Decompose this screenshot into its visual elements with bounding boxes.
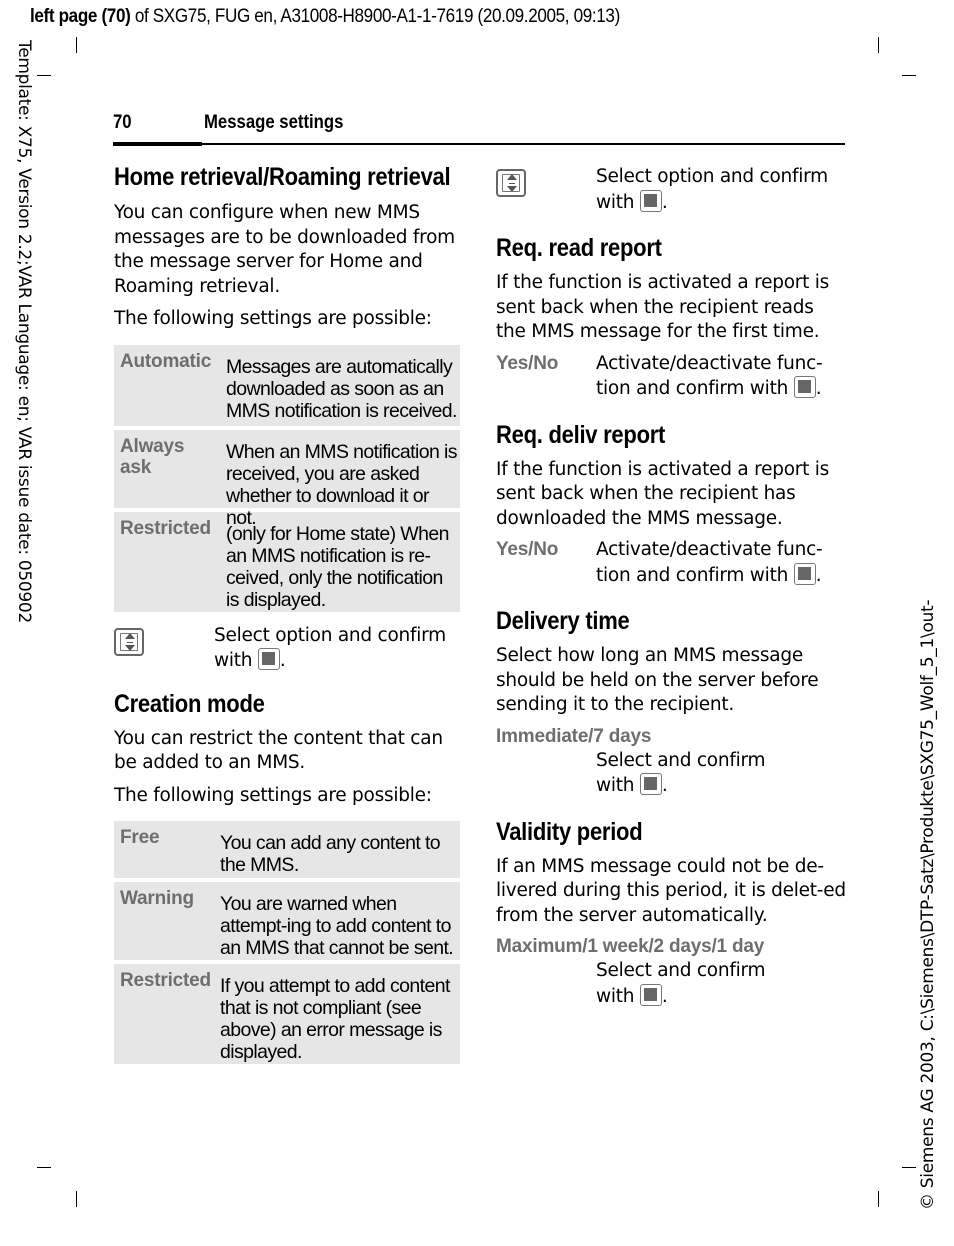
center-key-icon xyxy=(639,189,662,212)
heading-deliv-report: Req. deliv report xyxy=(496,420,666,449)
right-column: Select option and confirm with . Req. re… xyxy=(496,160,846,1009)
setting-description: Activate/deactivate func-tion and confir… xyxy=(596,539,823,586)
home-retrieval-options-table: Automatic Messages are automatically dow… xyxy=(114,344,460,612)
home-retrieval-possible: The following settings are possible: xyxy=(114,308,432,329)
instruction-text: Select option and confirm with xyxy=(214,624,446,672)
instruction-punct: . xyxy=(661,775,668,796)
instruction-text: Select option and confirm with xyxy=(596,166,828,213)
setting-values: Yes/No xyxy=(496,539,559,560)
setting-values: Yes/No xyxy=(496,352,559,374)
delivery-time-setting: Immediate/7 days Select and confirm with… xyxy=(496,725,846,799)
crop-mark xyxy=(878,37,879,53)
crop-mark xyxy=(76,37,77,53)
deliv-report-intro: If the function is activated a report is… xyxy=(496,458,830,529)
read-report-intro: If the function is activated a report is… xyxy=(496,272,830,342)
option-key: Restricted xyxy=(120,517,211,539)
instruction-punct: . xyxy=(815,564,822,586)
creation-mode-options-table: Free You can add any content to the MMS.… xyxy=(114,821,460,1064)
option-row: Restricted (only for Home state) When an… xyxy=(114,511,460,612)
crop-mark xyxy=(37,1167,51,1168)
option-key: Free xyxy=(120,827,160,848)
heading-delivery-time: Delivery time xyxy=(496,607,630,635)
validity-period-intro: If an MMS message could not be de-livere… xyxy=(496,855,846,926)
side-copyright-text: © Siemens AG 2003, C:\Siemens\DTP-Satz\P… xyxy=(918,599,938,1210)
option-key: Restricted xyxy=(120,970,211,991)
setting-values: Immediate/7 days xyxy=(496,725,652,747)
option-value: You are warned when attempt-ing to add c… xyxy=(220,893,454,959)
option-row: Warning You are warned when attempt-ing … xyxy=(114,882,460,960)
print-metadata-text: of SXG75, FUG en, A31008-H8900-A1-1-7619… xyxy=(130,6,620,27)
top-instruction: Select option and confirm with . xyxy=(496,165,846,215)
heading-home-retrieval: Home retrieval/Roaming retrieval xyxy=(114,163,451,191)
creation-mode-intro: You can restrict the content that can be… xyxy=(114,727,443,774)
option-key: Automatic xyxy=(120,350,212,372)
option-value: Messages are automatically downloaded as… xyxy=(226,355,457,422)
center-key-icon xyxy=(639,773,662,795)
setting-values: Maximum/1 week/2 days/1 day xyxy=(496,936,765,957)
print-metadata-line: left page (70) of SXG75, FUG en, A31008-… xyxy=(30,6,620,28)
option-row: Automatic Messages are automatically dow… xyxy=(114,344,460,426)
side-copyright-info: © Siemens AG 2003, C:\Siemens\DTP-Satz\P… xyxy=(918,515,942,1215)
crop-mark xyxy=(878,1191,879,1207)
center-key-icon xyxy=(793,562,816,585)
center-key-icon xyxy=(793,376,816,398)
option-row: Always ask When an MMS notification is r… xyxy=(114,429,460,529)
page-number: 70 xyxy=(113,112,132,133)
option-row: Free You can add any content to the MMS. xyxy=(114,821,460,878)
option-key: Always ask xyxy=(120,435,185,478)
instruction-punct: . xyxy=(661,191,668,213)
section-title: Message settings xyxy=(204,112,344,133)
home-retrieval-instruction: Select option and confirm with . xyxy=(114,624,460,674)
running-header: 70 Message settings xyxy=(113,112,845,146)
option-value: When an MMS notification is received, yo… xyxy=(226,440,458,529)
crop-mark xyxy=(902,1167,916,1168)
validity-period-setting: Maximum/1 week/2 days/1 day Select and c… xyxy=(496,935,846,1009)
header-rule-accent xyxy=(113,142,202,146)
setting-description: Select and confirm with xyxy=(596,749,766,797)
side-template-text: Template: X75, Version 2.2;VAR Language:… xyxy=(14,40,34,623)
option-value: You can add any content to the MMS. xyxy=(220,832,441,876)
instruction-punct: . xyxy=(661,985,668,1007)
heading-read-report: Req. read report xyxy=(496,234,662,262)
heading-validity-period: Validity period xyxy=(496,817,643,846)
instruction-punct: . xyxy=(815,378,822,399)
home-retrieval-intro: You can configure when new MMS messages … xyxy=(114,202,455,297)
header-rule xyxy=(113,143,845,145)
side-template-info: Template: X75, Version 2.2;VAR Language:… xyxy=(12,40,34,740)
instruction-punct: . xyxy=(279,650,286,671)
center-key-icon xyxy=(639,983,662,1006)
print-metadata-bold: left page (70) xyxy=(30,6,131,27)
option-value: (only for Home state) When an MMS notifi… xyxy=(226,522,449,611)
setting-description: Select and confirm with xyxy=(596,960,766,1007)
setting-description: Activate/deactivate func-tion and confir… xyxy=(596,352,823,400)
option-row: Restricted If you attempt to add content… xyxy=(114,964,460,1064)
navigation-key-icon xyxy=(496,169,526,197)
crop-mark xyxy=(37,75,51,76)
deliv-report-setting: Yes/No Activate/deactivate func-tion and… xyxy=(496,538,846,588)
heading-creation-mode: Creation mode xyxy=(114,689,265,718)
creation-mode-possible: The following settings are possible: xyxy=(114,784,432,806)
option-key: Warning xyxy=(120,888,194,909)
crop-mark xyxy=(76,1191,77,1207)
crop-mark xyxy=(902,75,916,76)
read-report-setting: Yes/No Activate/deactivate func-tion and… xyxy=(496,352,846,402)
navigation-key-icon xyxy=(114,627,144,656)
center-key-icon xyxy=(257,648,280,670)
left-column: Home retrieval/Roaming retrieval You can… xyxy=(114,160,460,1068)
delivery-time-intro: Select how long an MMS message should be… xyxy=(496,645,819,715)
option-value: If you attempt to add content that is no… xyxy=(220,975,450,1063)
